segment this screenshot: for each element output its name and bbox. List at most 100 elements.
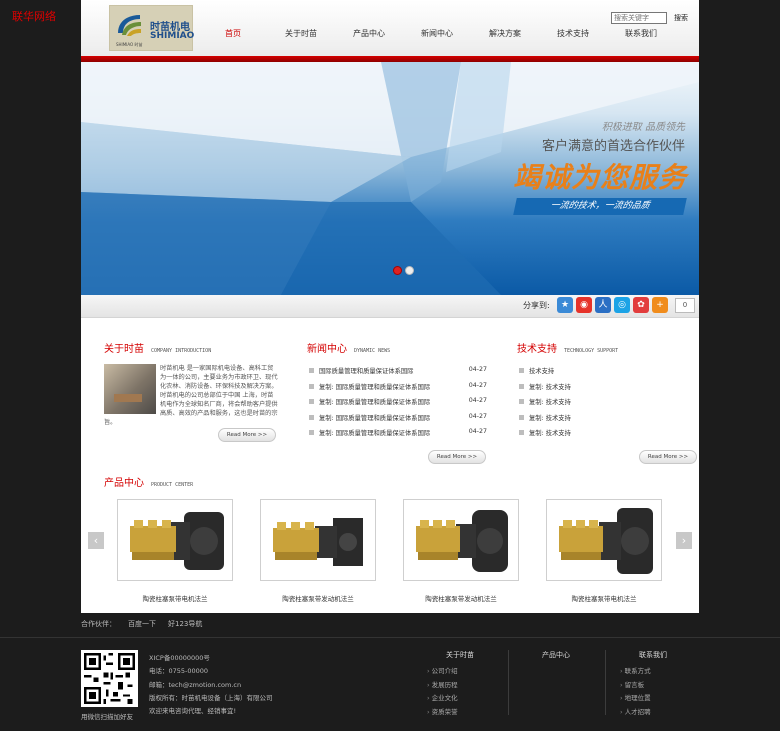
share-more-icon[interactable]: +: [652, 297, 668, 313]
news-subtitle: DYNAMIC NEWS: [354, 348, 391, 354]
news-item-title: 复制: 国际质量管理和质量保证体系国际: [319, 414, 431, 422]
qr-code: [81, 650, 138, 707]
tech-item[interactable]: 复制: 技术支持: [519, 397, 619, 413]
qr-code-icon: [84, 653, 135, 704]
main-nav: 首页 关于时苗 产品中心 新闻中心 解决方案 技术支持 联系我们: [199, 28, 675, 39]
news-item-date: 04-27: [468, 428, 487, 435]
product-card[interactable]: 陶瓷柱塞泵带发动机法兰: [260, 499, 376, 603]
footer-link[interactable]: 发展历程: [427, 679, 505, 693]
product-card[interactable]: 陶瓷柱塞泵带发动机法兰: [403, 499, 519, 603]
pump-image-icon: [130, 512, 224, 570]
news-item[interactable]: 复制: 国际质量管理和质量保证体系国际 04-27: [309, 382, 487, 398]
nav-contact[interactable]: 联系我们: [607, 28, 675, 39]
pump-image-icon: [416, 510, 508, 572]
tech-readmore-button[interactable]: Read More >>: [639, 450, 697, 464]
footer-link[interactable]: 地理位置: [620, 692, 698, 706]
share-icons: ★ ◉ 人 ◎ ✿ +: [557, 297, 668, 313]
page-container: 时苗机电 SHIMIAO SHIMIAO 时苗 首页 关于时苗 产品中心 新闻中…: [81, 0, 699, 613]
search-input[interactable]: [611, 12, 667, 24]
news-item[interactable]: 国际质量管理和质量保证体系国际 04-27: [309, 366, 487, 382]
watermark-text: 联华网络: [12, 10, 56, 23]
banner[interactable]: 积极进取 品质领先 客户满意的首选合作伙伴 竭诚为您服务 一流的技术，一流的品质: [81, 62, 699, 295]
product-card[interactable]: 陶瓷柱塞泵带电机法兰: [117, 499, 233, 603]
share-qzone-icon[interactable]: ★: [557, 297, 573, 313]
product-image: [403, 499, 519, 581]
nav-solutions[interactable]: 解决方案: [471, 28, 539, 39]
nav-tech-support[interactable]: 技术支持: [539, 28, 607, 39]
news-item[interactable]: 复制: 国际质量管理和质量保证体系国际 04-27: [309, 397, 487, 413]
footer-col-divider: [605, 650, 606, 715]
tech-item[interactable]: 复制: 技术支持: [519, 382, 619, 398]
tech-item[interactable]: 技术支持: [519, 366, 619, 382]
tech-title: 技术支持: [517, 344, 557, 355]
share-weibo-icon[interactable]: ◉: [576, 297, 592, 313]
header: 时苗机电 SHIMIAO SHIMIAO 时苗 首页 关于时苗 产品中心 新闻中…: [81, 0, 699, 56]
nav-news[interactable]: 新闻中心: [403, 28, 471, 39]
banner-dot-1[interactable]: [393, 266, 402, 275]
footer-link[interactable]: 企业文化: [427, 692, 505, 706]
banner-slogan-1: 积极进取 品质领先: [601, 122, 685, 133]
product-image: [117, 499, 233, 581]
news-item-title: 复制: 国际质量管理和质量保证体系国际: [319, 399, 431, 406]
news-item[interactable]: 复制: 国际质量管理和质量保证体系国际 04-27: [309, 428, 487, 444]
news-item-title: 复制: 国际质量管理和质量保证体系国际: [319, 383, 431, 391]
nav-home[interactable]: 首页: [199, 28, 267, 39]
footer-info: XICP备00000000号 电话：0755-00000 邮箱：tech@zmo…: [149, 652, 273, 718]
footer-welcome: 欢迎来电咨询代理、经销事宜!: [149, 707, 237, 716]
tech-item[interactable]: 复制: 技术支持: [519, 413, 619, 429]
news-item-date: 04-27: [468, 381, 487, 389]
footer-link[interactable]: 留言板: [620, 679, 698, 693]
partners-label: 合作伙伴：: [81, 620, 116, 628]
footer-col-title[interactable]: 产品中心: [511, 650, 601, 660]
partners-bar: 合作伙伴： 百度一下 好123导航: [81, 619, 202, 629]
search-button[interactable]: 搜索: [667, 13, 695, 23]
banner-slogan-3: 竭诚为您服务: [512, 161, 687, 194]
banner-slogan-4: 一流的技术，一流的品质: [513, 198, 687, 215]
about-subtitle: COMPANY INTRODUCTION: [151, 348, 212, 354]
products-title: 产品中心: [104, 478, 144, 489]
banner-dot-2[interactable]: [405, 266, 414, 275]
products-next-arrow-icon[interactable]: ›: [676, 532, 692, 549]
pump-image-icon: [559, 508, 653, 574]
products-section-title: 产品中心 PRODUCT CENTER: [104, 474, 193, 489]
partner-link[interactable]: 好123导航: [168, 619, 202, 629]
footer-divider: [0, 637, 780, 638]
nav-about[interactable]: 关于时苗: [267, 28, 335, 39]
product-name: 陶瓷柱塞泵带发动机法兰: [425, 595, 497, 603]
logo-small-text: SHIMIAO 时苗: [116, 42, 143, 47]
news-list: 国际质量管理和质量保证体系国际 04-27 复制: 国际质量管理和质量保证体系国际…: [309, 366, 487, 444]
share-renren-icon[interactable]: 人: [595, 297, 611, 313]
tech-item-title: 技术支持: [529, 368, 555, 375]
tech-item-title: 复制: 技术支持: [529, 430, 571, 437]
product-image: [546, 499, 662, 581]
news-title: 新闻中心: [307, 344, 347, 355]
footer-email: 邮箱：tech@zmotion.com.cn: [149, 680, 242, 689]
nav-products[interactable]: 产品中心: [335, 28, 403, 39]
footer-col-products: 产品中心: [511, 650, 601, 665]
tech-item-title: 复制: 技术支持: [529, 399, 571, 406]
pump-image-icon: [273, 518, 363, 566]
footer-col-title[interactable]: 联系我们: [608, 650, 698, 660]
search-box: 搜索: [611, 12, 695, 24]
share-qq-icon[interactable]: ✿: [633, 297, 649, 313]
qr-caption: 用微信扫描加好友: [81, 713, 133, 721]
footer-link[interactable]: 公司介绍: [427, 665, 505, 679]
footer-link[interactable]: 人才招聘: [620, 706, 698, 720]
partner-link[interactable]: 百度一下: [128, 619, 156, 629]
logo-mark-icon: [118, 15, 141, 36]
share-tencent-icon[interactable]: ◎: [614, 297, 630, 313]
news-readmore-button[interactable]: Read More >>: [428, 450, 486, 464]
footer-icp: XICP备00000000号: [149, 654, 210, 662]
tech-item[interactable]: 复制: 技术支持: [519, 428, 619, 444]
logo-en-text: SHIMIAO: [150, 31, 195, 41]
footer-col-title[interactable]: 关于时苗: [415, 650, 505, 660]
footer-link[interactable]: 资质荣誉: [427, 706, 505, 720]
footer-col-about: 关于时苗 公司介绍 发展历程 企业文化 资质荣誉: [415, 650, 505, 719]
product-card[interactable]: 陶瓷柱塞泵带电机法兰: [546, 499, 662, 603]
footer-link[interactable]: 联系方式: [620, 665, 698, 679]
banner-pagination: [393, 266, 414, 275]
news-item[interactable]: 复制: 国际质量管理和质量保证体系国际 04-27: [309, 413, 487, 429]
products-prev-arrow-icon[interactable]: ‹: [88, 532, 104, 549]
about-readmore-button[interactable]: Read More >>: [218, 428, 276, 442]
logo[interactable]: 时苗机电 SHIMIAO SHIMIAO 时苗: [109, 5, 195, 51]
